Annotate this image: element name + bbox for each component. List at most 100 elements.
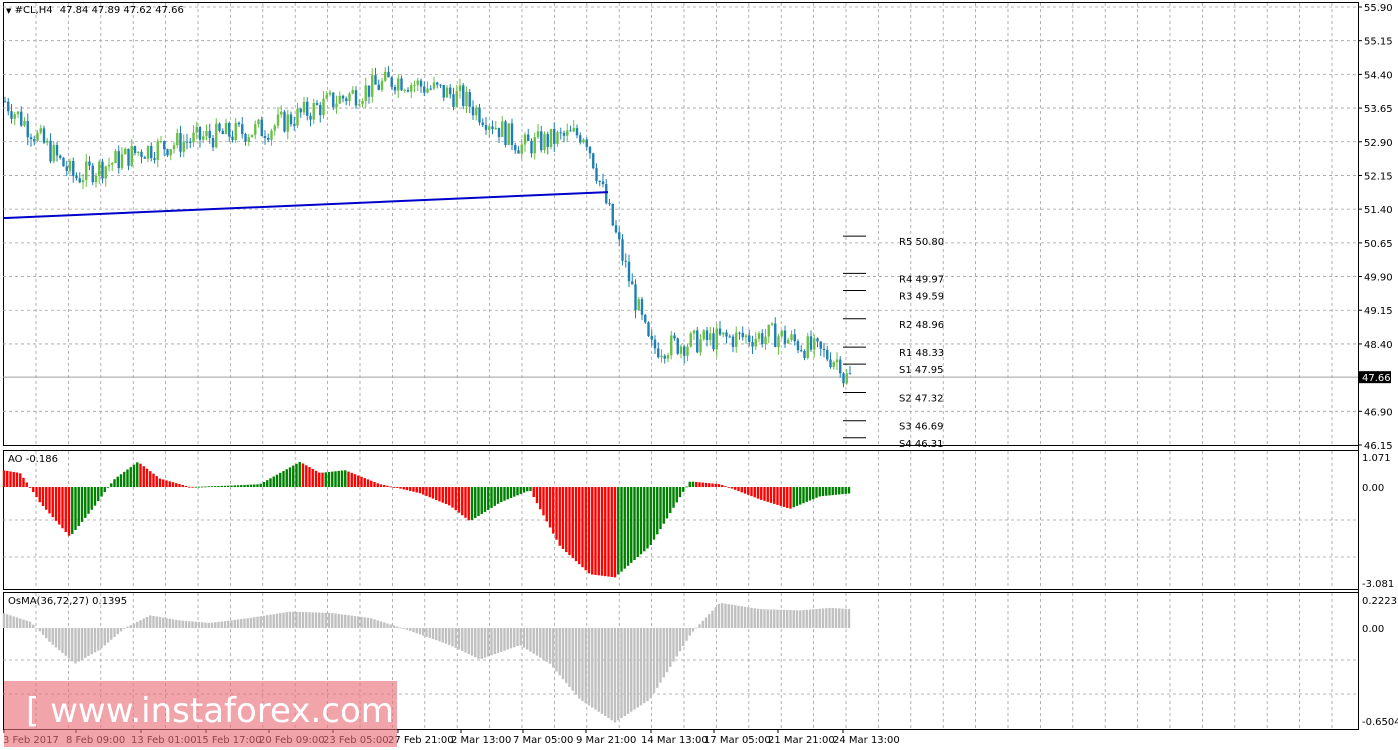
ao-bar — [243, 484, 246, 487]
ao-bar — [272, 476, 275, 487]
candle-body — [387, 71, 390, 78]
candle-body — [634, 284, 637, 311]
ao-bar — [331, 471, 334, 487]
ao-bar — [373, 481, 376, 487]
ao-bar — [636, 487, 639, 558]
candle-body — [449, 87, 452, 95]
ao-bar — [626, 487, 630, 566]
candle-body — [68, 161, 72, 171]
candle-body — [514, 145, 517, 151]
osma-bar — [366, 617, 370, 628]
ao-title: AO -0.186 — [8, 454, 58, 465]
candle-body — [130, 146, 133, 166]
pivot-label: S2 47.32 — [899, 393, 944, 404]
ao-bar — [259, 483, 262, 487]
osma-bar — [626, 628, 630, 714]
ao-bar — [340, 470, 344, 487]
osma-bar — [578, 628, 581, 699]
osma-bar — [2, 613, 6, 628]
ao-bar — [610, 487, 613, 577]
ao-bar — [249, 484, 253, 487]
ao-bar — [620, 487, 623, 572]
osma-bar — [168, 618, 171, 628]
ao-bar — [363, 478, 366, 487]
price-label: 46.90 — [1364, 407, 1393, 418]
osma-bar — [701, 620, 704, 628]
candle-body — [832, 362, 835, 367]
osma-bar — [28, 621, 32, 628]
candle-body — [335, 103, 338, 108]
candle-body — [748, 335, 751, 343]
ao-bar — [142, 466, 145, 487]
candle-body — [348, 93, 351, 102]
ao-bar — [246, 484, 249, 487]
osma-bar — [197, 622, 201, 628]
ao-bar — [734, 487, 737, 490]
osma-bar — [295, 611, 298, 628]
ao-bar — [633, 487, 636, 561]
candle-body — [504, 121, 507, 146]
trendline-segment — [2, 191, 609, 220]
osma-bar — [643, 628, 646, 704]
ao-bar — [448, 487, 451, 506]
osma-bar — [532, 628, 535, 654]
ao-bar — [48, 487, 51, 514]
ao-bar — [275, 474, 279, 487]
ao-bar — [438, 487, 441, 502]
candle-body — [601, 181, 605, 185]
osma-bar — [522, 628, 526, 648]
candle-body — [250, 134, 254, 138]
ao-bar — [695, 481, 698, 487]
osma-bar — [685, 628, 688, 641]
ao-bar — [604, 487, 607, 577]
osma-bar — [717, 603, 721, 628]
ao-bar — [675, 487, 678, 503]
header-symbol-text: ▼ #CL,H4 47.84 47.89 47.62 47.66 — [6, 5, 184, 16]
osma-bar — [253, 617, 256, 628]
osma-bar — [630, 628, 633, 712]
osma-bar — [188, 621, 191, 628]
candle-body — [49, 140, 52, 162]
candle-body — [403, 89, 406, 91]
candle-body — [793, 334, 796, 342]
ao-bar — [67, 487, 71, 536]
osma-bar — [337, 613, 340, 628]
osma-bar — [35, 627, 38, 629]
osma-bar — [54, 628, 58, 648]
osma-bar — [779, 609, 782, 628]
trendline[interactable] — [2, 191, 609, 220]
ao-bar — [786, 487, 789, 508]
ao-bar — [41, 487, 45, 507]
osma-bar — [808, 609, 812, 628]
osma-bar — [792, 610, 795, 628]
osma-bar — [438, 628, 441, 642]
candle-body — [809, 336, 813, 350]
osma-bar — [256, 616, 259, 628]
osma-bar — [435, 628, 438, 641]
candle-body — [816, 338, 819, 342]
osma-bar — [344, 614, 347, 628]
ao-bar — [100, 487, 103, 497]
osma-bar — [171, 619, 175, 628]
osma-bar — [786, 609, 789, 628]
osma-bar — [724, 603, 727, 628]
candle-body — [546, 134, 549, 147]
ao-bar — [22, 477, 25, 487]
candle-body — [78, 178, 81, 183]
osma-bar — [789, 610, 792, 628]
osma-bar — [526, 628, 529, 650]
candle-body — [728, 336, 731, 338]
osma-bar — [152, 615, 155, 628]
candle-body — [455, 90, 458, 107]
candle-body — [582, 139, 585, 143]
ao-bar — [691, 481, 695, 487]
ao-bar — [685, 486, 688, 488]
ao-bar — [737, 487, 740, 492]
candle-body — [702, 330, 705, 340]
price-chart[interactable]: R5 50.80 R4 49.97 R3 49.59 R2 48.96 R1 48.33… — [0, 0, 1398, 750]
ao-bar — [454, 487, 457, 511]
ao-bar — [162, 479, 165, 487]
time-label: 17 Mar 05:00 — [704, 735, 771, 746]
price-label: 55.15 — [1364, 37, 1393, 48]
osma-bar — [350, 615, 353, 628]
